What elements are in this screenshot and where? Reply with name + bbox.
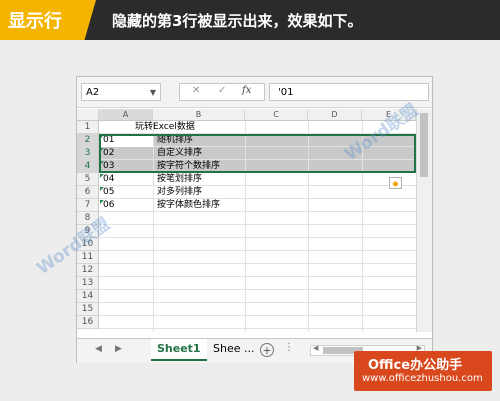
row-header[interactable]: 2 [77, 134, 99, 147]
grid-row [99, 199, 416, 212]
top-banner: 显示行 隐藏的第3行被显示出来，效果如下。 [0, 0, 500, 40]
row-header[interactable]: 13 [77, 277, 99, 290]
cell-a6[interactable]: 05 [103, 186, 114, 199]
cancel-icon[interactable]: ✕ [192, 85, 200, 96]
grid-row [99, 316, 416, 329]
banner-tag-label: 显示行 [8, 11, 62, 32]
row-header[interactable]: 15 [77, 303, 99, 316]
formula-buttons: ✕ ✓ fx [179, 83, 265, 101]
row-header[interactable]: 12 [77, 264, 99, 277]
banner-tag: 显示行 [0, 0, 96, 40]
grid-row [99, 277, 416, 290]
grid-row [99, 303, 416, 316]
cell-a5[interactable]: 04 [103, 173, 114, 186]
row-header[interactable]: 5 [77, 173, 99, 186]
brand-name: Office办公助手 [368, 358, 463, 373]
more-options-icon[interactable]: ⋮ [284, 342, 294, 353]
row-header[interactable]: 16 [77, 316, 99, 329]
scroll-left-icon[interactable]: ◀ [313, 344, 318, 352]
grid-row [99, 290, 416, 303]
cell-b6[interactable]: 对多列排序 [157, 186, 202, 199]
vertical-scrollbar[interactable] [416, 109, 432, 332]
scroll-thumb[interactable] [420, 113, 428, 177]
row-header[interactable]: 3 [77, 147, 99, 160]
tab-sheet1[interactable]: Sheet1 [151, 339, 207, 361]
enter-icon[interactable]: ✓ [218, 85, 226, 96]
grid-row [99, 264, 416, 277]
cell-a7[interactable]: 06 [103, 199, 114, 212]
tab-next-icon[interactable]: ▶ [115, 344, 122, 354]
column-header-c[interactable]: C [245, 109, 308, 121]
column-header-d[interactable]: D [308, 109, 362, 121]
grid-row [99, 251, 416, 264]
row-header[interactable]: 14 [77, 290, 99, 303]
brand-logo: Office办公助手 www.officezhushou.com [354, 351, 492, 391]
grid-row [99, 212, 416, 225]
cell-b1[interactable]: 玩转Excel数据 [135, 121, 195, 134]
name-box[interactable]: A2 ▼ [81, 83, 161, 101]
grid-row [99, 225, 416, 238]
row-header[interactable]: 7 [77, 199, 99, 212]
grid-row [99, 238, 416, 251]
tab-sheet2[interactable]: Shee ... [207, 339, 260, 359]
select-all-corner[interactable] [77, 109, 99, 121]
formula-bar: A2 ▼ ✕ ✓ fx '01 [77, 77, 432, 108]
name-box-value: A2 [86, 87, 100, 98]
grid-row [99, 186, 416, 199]
column-header-b[interactable]: B [153, 109, 245, 121]
cell-b7[interactable]: 按字体颜色排序 [157, 199, 220, 212]
tab-prev-icon[interactable]: ◀ [95, 344, 102, 354]
cell-b5[interactable]: 按笔划排序 [157, 173, 202, 186]
row-header[interactable]: 6 [77, 186, 99, 199]
error-indicator-icon [100, 187, 104, 191]
row-header[interactable]: 4 [77, 160, 99, 173]
grid-row [99, 173, 416, 186]
banner-title: 隐藏的第3行被显示出来，效果如下。 [112, 12, 363, 30]
brand-url: www.officezhushou.com [362, 373, 483, 384]
column-header-a[interactable]: A [99, 109, 153, 121]
insert-function-icon[interactable]: fx [242, 85, 251, 96]
row-header[interactable]: 1 [77, 121, 99, 134]
error-indicator-icon [100, 200, 104, 204]
name-box-dropdown-icon[interactable]: ▼ [150, 84, 156, 102]
error-warning-icon[interactable]: ◆ [389, 177, 402, 189]
error-indicator-icon [100, 174, 104, 178]
add-sheet-icon[interactable]: + [260, 343, 274, 357]
